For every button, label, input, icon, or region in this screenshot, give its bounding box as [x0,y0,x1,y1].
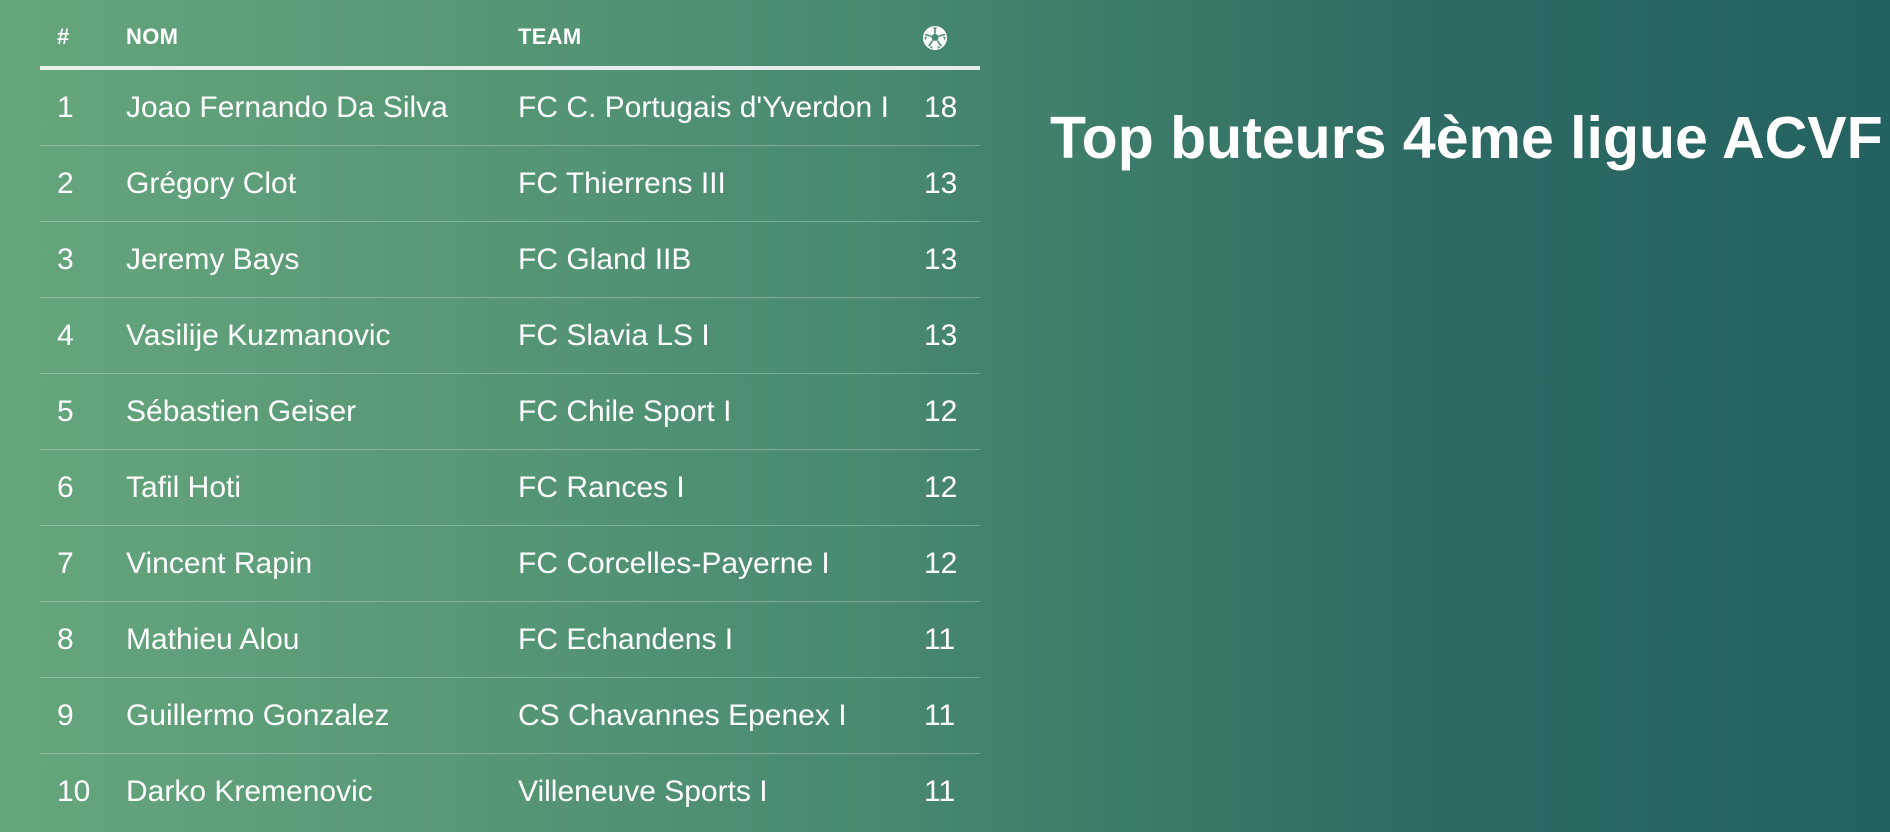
rank-cell: 7 [57,547,74,580]
goals-cell: 12 [924,471,958,504]
table-row: 2 Grégory Clot FC Thierrens III 13 [40,146,980,222]
header-team: TEAM [518,24,582,49]
table-row: 7 Vincent Rapin FC Corcelles-Payerne I 1… [40,526,980,602]
player-name-cell: Darko Kremenovic [126,775,373,808]
rank-cell: 10 [57,775,91,808]
team-cell: FC Gland IIB [518,243,692,276]
goals-cell: 11 [924,775,956,808]
rank-cell: 8 [57,623,74,656]
goals-cell: 13 [924,243,958,276]
player-name-cell: Mathieu Alou [126,623,300,656]
goals-cell: 12 [924,395,958,428]
team-cell: Villeneuve Sports I [518,775,768,808]
team-cell: FC Echandens I [518,623,734,656]
player-name-cell: Grégory Clot [126,167,297,200]
team-cell: FC Thierrens III [518,167,726,200]
player-name-cell: Vasilije Kuzmanovic [126,319,391,352]
team-cell: FC C. Portugais d'Yverdon I [518,91,889,124]
rank-cell: 3 [57,243,74,276]
table-row: 4 Vasilije Kuzmanovic FC Slavia LS I 13 [40,298,980,374]
team-cell: FC Rances I [518,471,685,504]
table-row: 6 Tafil Hoti FC Rances I 12 [40,450,980,526]
player-name-cell: Joao Fernando Da Silva [126,91,448,124]
table-header: # NOM TEAM [40,0,980,70]
player-name-cell: Jeremy Bays [126,243,300,276]
goals-cell: 13 [924,319,958,352]
table-row: 1 Joao Fernando Da Silva FC C. Portugais… [40,70,980,146]
header-rank: # [57,24,70,49]
page-title: Top buteurs 4ème ligue ACVF [1050,105,1883,171]
team-cell: FC Chile Sport I [518,395,732,428]
soccer-ball-icon [922,25,948,51]
table-row: 3 Jeremy Bays FC Gland IIB 13 [40,222,980,298]
table-row: 10 Darko Kremenovic Villeneuve Sports I … [40,754,980,830]
header-name: NOM [126,24,179,49]
rank-cell: 6 [57,471,74,504]
goals-cell: 12 [924,547,958,580]
rank-cell: 5 [57,395,74,428]
player-name-cell: Guillermo Gonzalez [126,699,390,732]
team-cell: CS Chavannes Epenex I [518,699,847,732]
goals-cell: 18 [924,91,958,124]
rank-cell: 1 [57,91,74,124]
player-name-cell: Sébastien Geiser [126,395,357,428]
scorers-table: # NOM TEAM 1 Joao Fernando Da Silva FC C… [40,0,980,830]
table-row: 5 Sébastien Geiser FC Chile Sport I 12 [40,374,980,450]
player-name-cell: Vincent Rapin [126,547,313,580]
goals-cell: 13 [924,167,958,200]
table-row: 8 Mathieu Alou FC Echandens I 11 [40,602,980,678]
rank-cell: 4 [57,319,74,352]
table-row: 9 Guillermo Gonzalez CS Chavannes Epenex… [40,678,980,754]
rank-cell: 2 [57,167,74,200]
goals-cell: 11 [924,623,956,656]
rank-cell: 9 [57,699,74,732]
team-cell: FC Corcelles-Payerne I [518,547,830,580]
team-cell: FC Slavia LS I [518,319,710,352]
player-name-cell: Tafil Hoti [126,471,242,504]
goals-cell: 11 [924,699,956,732]
